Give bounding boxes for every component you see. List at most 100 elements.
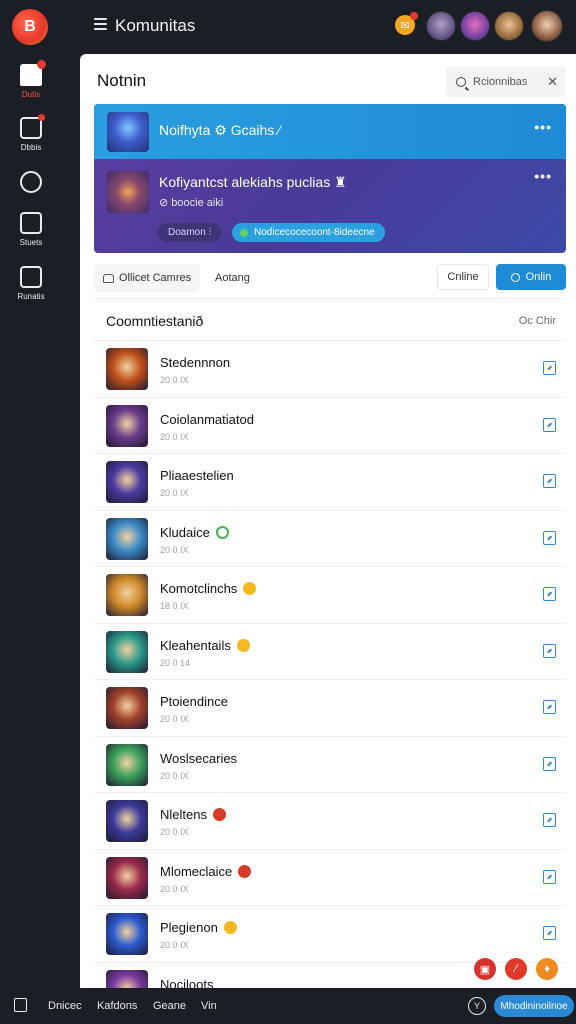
- edit-icon[interactable]: [543, 417, 556, 432]
- app-title: Komunitas: [115, 16, 196, 35]
- store-icon: [20, 212, 42, 234]
- edit-icon[interactable]: [543, 756, 556, 771]
- bottom-link-1[interactable]: Dnicec: [48, 1000, 82, 1012]
- filter-chip-games-label: Ollicet Camres: [119, 272, 192, 284]
- list-item[interactable]: Komotclinchs 18 0 IX: [94, 566, 566, 622]
- list-item[interactable]: Stedennnon 20 0 IX: [94, 340, 566, 396]
- floating-action-icon[interactable]: ♦: [536, 958, 558, 980]
- game-name: Kleahentails: [160, 638, 250, 653]
- game-meta: 20 0 IX: [160, 770, 189, 781]
- status-red-icon: [238, 864, 252, 878]
- game-name: Woslsecaries: [160, 751, 237, 766]
- item-thumbnail: [107, 171, 149, 213]
- online-search-button[interactable]: Onlin: [496, 264, 566, 290]
- game-name-text: Mlomeclaice: [160, 863, 233, 879]
- filter-chip-sort-label: Aotang: [215, 272, 250, 284]
- online-button[interactable]: Cnline: [437, 264, 489, 290]
- game-name-text: Nociloots: [160, 976, 214, 989]
- game-name-text: Nleltens: [160, 807, 207, 822]
- online-dot: [240, 228, 248, 237]
- bottom-link-4[interactable]: Vin: [201, 1000, 217, 1012]
- nav-item-chart[interactable]: Runatis: [0, 266, 62, 301]
- people-icon: [103, 273, 114, 283]
- status-yellow-icon: [236, 638, 250, 652]
- list-item[interactable]: Woslsecaries 20 0 IX: [94, 735, 566, 792]
- bottom-link-2[interactable]: Kafdons: [97, 1000, 137, 1012]
- list-item[interactable]: Coiolanmatiatod 20 0 IX: [94, 396, 566, 453]
- avatar-4[interactable]: [531, 10, 563, 42]
- game-name-text: Coiolanmatiatod: [160, 411, 254, 427]
- square-icon[interactable]: [14, 998, 27, 1012]
- game-thumbnail: [106, 630, 148, 673]
- profile-circle-icon[interactable]: Y: [468, 997, 486, 1015]
- list-item[interactable]: Pliaaestelien 20 0 IX: [94, 453, 566, 509]
- search-input[interactable]: Rcionnibas ✕: [446, 66, 566, 97]
- home-badge-dot: [37, 60, 46, 69]
- search-icon-small: [510, 272, 520, 282]
- edit-icon[interactable]: [543, 530, 556, 545]
- bottom-action-button[interactable]: Mhodininoilnoe: [494, 995, 574, 1017]
- notification-message: Kofiyantcst alekiahs puclias ♜: [159, 174, 347, 190]
- home-icon: [20, 60, 46, 86]
- game-name-text: Plegienon: [160, 920, 218, 935]
- nav-label-inbox: Dbbis: [20, 143, 42, 152]
- filter-chip-sort[interactable]: Aotang: [206, 264, 259, 292]
- game-thumbnail: [106, 404, 148, 447]
- list-item[interactable]: Kleahentails 20 0 14: [94, 622, 566, 679]
- search-placeholder: Rcionnibas: [473, 75, 528, 88]
- game-name-text: Kleahentails: [160, 637, 231, 653]
- edit-icon[interactable]: [543, 869, 556, 884]
- nav-label-store: Stuets: [19, 238, 43, 247]
- edit-icon[interactable]: [543, 643, 556, 658]
- mail-badge-icon[interactable]: ✉: [395, 12, 418, 35]
- nav-item-store[interactable]: Stuets: [0, 212, 62, 247]
- game-meta: 20 0 IX: [160, 544, 189, 555]
- game-meta: 20 0 IX: [160, 883, 189, 894]
- nav-item-home[interactable]: Dutis: [0, 60, 62, 99]
- hamburger-menu-icon[interactable]: [94, 18, 107, 30]
- game-name-text: Kludaice: [160, 524, 210, 540]
- edit-icon[interactable]: [543, 587, 556, 601]
- list-item[interactable]: Kludaice 20 0 IX: [94, 509, 566, 566]
- filter-chip-games[interactable]: Ollicet Camres: [94, 264, 201, 292]
- edit-icon[interactable]: [543, 700, 556, 714]
- game-name: Komotclinchs: [160, 581, 257, 596]
- nav-item-inbox[interactable]: Dbbis: [0, 114, 62, 152]
- notification-card[interactable]: Noifhyta ⚙ Gcaihs ⁄ ••• Kofiyantcst alek…: [94, 104, 566, 253]
- game-name-text: Stedennnon: [160, 355, 231, 370]
- page-title: Notnin: [97, 71, 147, 90]
- hero-thumbnail: [107, 112, 149, 152]
- more-options-icon[interactable]: •••: [534, 119, 552, 135]
- game-thumbnail: [106, 687, 148, 729]
- avatar-1[interactable]: [426, 11, 456, 41]
- avatar-2[interactable]: [460, 11, 490, 41]
- chip-right[interactable]: Nodicecocecoont-8ideecne: [232, 223, 385, 242]
- close-icon[interactable]: ✕: [547, 74, 558, 90]
- online-button-label: Cnline: [447, 271, 479, 283]
- game-thumbnail: [106, 969, 148, 988]
- app-logo-icon[interactable]: B: [12, 9, 48, 45]
- refresh-icon: [20, 171, 42, 193]
- list-item[interactable]: Plegienon 20 0 IX: [94, 905, 566, 961]
- list-title: Coomntiestanið: [106, 313, 204, 329]
- floating-action-icon[interactable]: ⁄: [505, 958, 527, 980]
- list-item[interactable]: Nleltens 20 0 IX: [94, 792, 566, 848]
- edit-icon[interactable]: [543, 361, 556, 375]
- notification-header: Noifhyta ⚙ Gcaihs ⁄ •••: [94, 104, 566, 159]
- list-item[interactable]: Mlomeclaice 20 0 IX: [94, 848, 566, 905]
- game-thumbnail: [106, 348, 148, 390]
- more-options-icon-2[interactable]: •••: [534, 168, 552, 184]
- chip-left[interactable]: Doamon ⫶: [158, 223, 222, 242]
- bottom-link-3[interactable]: Geane: [153, 1000, 186, 1012]
- edit-icon[interactable]: [543, 813, 556, 827]
- game-meta: 20 0 14: [160, 657, 191, 668]
- avatar-3[interactable]: [494, 11, 524, 41]
- nav-item-refresh[interactable]: [0, 171, 62, 193]
- game-name-text: Pliaaestelien: [160, 468, 234, 483]
- floating-action-icon[interactable]: ▣: [474, 958, 496, 980]
- edit-icon[interactable]: [543, 474, 556, 488]
- list-item[interactable]: Ptoiendince 20 0 IX: [94, 679, 566, 735]
- edit-icon[interactable]: [543, 926, 556, 940]
- inbox-badge-dot: [38, 114, 45, 121]
- list-sort[interactable]: Oc Chir: [519, 315, 556, 327]
